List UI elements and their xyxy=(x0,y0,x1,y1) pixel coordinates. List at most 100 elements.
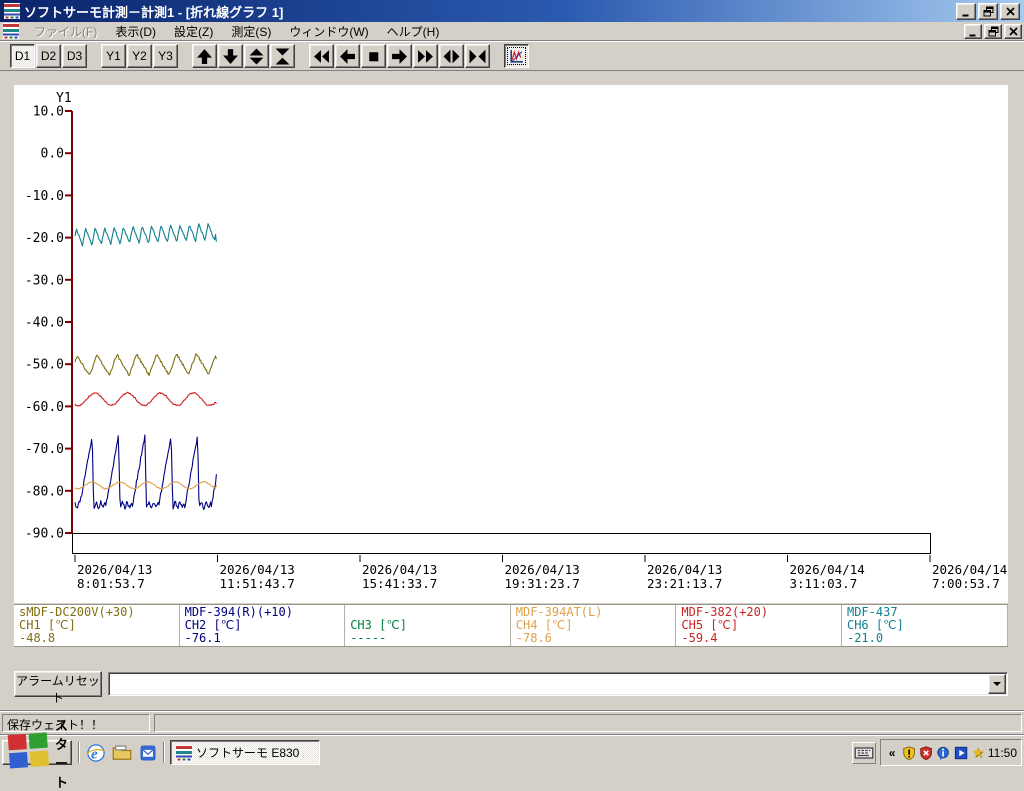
legend-cell-ch1: sMDF-DC200V(+30) CH1 [℃] -48.8 xyxy=(14,605,180,646)
toolbar-y2-button[interactable]: Y2 xyxy=(127,44,152,68)
quick-launch-ie-icon[interactable]: e xyxy=(86,743,106,763)
app-icon xyxy=(176,744,192,761)
toolbar-scroll-up-button[interactable] xyxy=(192,44,217,68)
legend-cell-ch5: MDF-382(+20) CH5 [℃] -59.4 xyxy=(676,605,842,646)
keyboard-tray-icon[interactable] xyxy=(852,742,876,764)
x-tick-date: 2026/04/13 xyxy=(220,562,295,577)
series-ch6-line xyxy=(74,223,217,247)
x-tick-date: 2026/04/14 xyxy=(932,562,1007,577)
chevron-down-icon xyxy=(993,682,1001,686)
toolbar-group-1: Y1 Y2 Y3 xyxy=(101,44,179,68)
restore-icon xyxy=(988,26,998,36)
double-left-icon xyxy=(314,49,329,63)
toolbar-expand-y-scale-button[interactable] xyxy=(244,44,269,68)
info-balloon-icon[interactable] xyxy=(936,745,950,761)
quick-launch-folder-icon[interactable] xyxy=(112,743,132,763)
menu-view[interactable]: 表示(D) xyxy=(106,21,165,42)
channel-value: -59.4 xyxy=(681,631,718,645)
chart-icon xyxy=(510,49,523,63)
x-tick-date: 2026/04/13 xyxy=(77,562,152,577)
toolbar-group-0: D1 D2 D3 xyxy=(10,44,88,68)
y-tick-label: -30.0 xyxy=(25,273,64,288)
menu-setting[interactable]: 設定(Z) xyxy=(165,21,222,42)
title-bar[interactable]: ソフトサーモ計測－計測1 - [折れ線グラフ 1] xyxy=(0,0,1024,22)
x-tick-time: 23:21:13.7 xyxy=(647,576,722,591)
taskbar: スタート e ソフトサーモ E830 « ★ 11:50 xyxy=(0,718,1024,790)
series-ch1-line xyxy=(74,353,217,377)
toolbar-y1-button[interactable]: Y1 xyxy=(101,44,126,68)
menu-measure[interactable]: 測定(S) xyxy=(222,21,280,42)
close-icon xyxy=(1005,6,1015,16)
arrow-right-icon xyxy=(392,48,407,64)
minimize-icon xyxy=(962,14,968,16)
menu-window[interactable]: ウィンドウ(W) xyxy=(280,21,377,42)
toolbar-shrink-y-scale-button[interactable] xyxy=(270,44,295,68)
legend-cell-ch4: MDF-394AT(L) CH4 [℃] -78.6 xyxy=(511,605,677,646)
toolbar-shrink-x-scale-button[interactable] xyxy=(465,44,490,68)
line-graph-panel: Y1 10.0 0.0 -10.0 -20.0 -30.0 -40.0 -50.0 -60.0-… xyxy=(14,85,1008,603)
x-tick-time: 11:51:43.7 xyxy=(220,576,295,591)
y-tick-label: -50.0 xyxy=(25,358,64,373)
document-restore-button[interactable] xyxy=(984,23,1002,39)
chart-canvas: Y110.00.0-10.0-20.0-30.0-40.0-50.0-60.0-… xyxy=(25,91,1007,591)
y-tick-label: -40.0 xyxy=(25,316,64,331)
y-tick-label: 10.0 xyxy=(33,105,64,120)
toolbar-line-graph-button[interactable] xyxy=(504,44,529,68)
x-tick-date: 2026/04/13 xyxy=(505,562,580,577)
alarm-combo-input[interactable] xyxy=(111,675,987,693)
security-error-shield-icon[interactable] xyxy=(919,745,933,761)
toolbar-d2-button[interactable]: D2 xyxy=(36,44,61,68)
document-close-button[interactable] xyxy=(1004,23,1022,39)
start-button[interactable]: スタート xyxy=(2,718,72,790)
toolbar-fast-back-button[interactable] xyxy=(309,44,334,68)
stop-square-icon xyxy=(369,51,379,61)
separator xyxy=(78,742,80,763)
toolbar-y3-button[interactable]: Y3 xyxy=(153,44,178,68)
channel-value: -76.1 xyxy=(184,631,221,645)
x-tick-time: 7:00:53.7 xyxy=(932,576,1000,591)
y-tick-label: 0.0 xyxy=(41,147,64,162)
system-tray: « ★ 11:50 xyxy=(880,739,1022,766)
alarm-combo[interactable] xyxy=(108,672,1008,696)
toolbar-d1-button[interactable]: D1 xyxy=(10,44,35,68)
toolbar-scroll-left-button[interactable] xyxy=(335,44,360,68)
toolbar-expand-x-scale-button[interactable] xyxy=(439,44,464,68)
combo-dropdown-button[interactable] xyxy=(988,674,1006,694)
double-right-icon xyxy=(418,49,433,63)
toolbar-group-2 xyxy=(192,44,296,68)
menu-file: ファイル(F) xyxy=(34,24,98,39)
channel-value: -78.6 xyxy=(515,631,552,645)
toolbar-scroll-right-button[interactable] xyxy=(387,44,412,68)
star-tray-icon[interactable]: ★ xyxy=(971,744,985,761)
taskbar-app-label: ソフトサーモ E830 xyxy=(196,746,300,760)
alarm-reset-button[interactable]: アラームリセット xyxy=(14,671,102,705)
clock: 11:50 xyxy=(987,745,1017,760)
quick-launch-outlook-icon[interactable] xyxy=(138,743,158,763)
y-tick-label: -90.0 xyxy=(25,527,64,542)
y-axis: Y110.00.0-10.0-20.0-30.0-40.0-50.0-60.0-… xyxy=(25,91,73,542)
menu-bar: ファイル(F) 表示(D) 設定(Z) 測定(S) ウィンドウ(W) ヘルプ(H) xyxy=(0,22,1024,41)
tray-chevron-button[interactable]: « xyxy=(885,745,899,761)
media-player-tray-icon[interactable] xyxy=(954,745,968,761)
toolbar-group-4 xyxy=(504,44,530,68)
channel-value: -21.0 xyxy=(846,631,884,645)
window-close-button[interactable] xyxy=(1000,2,1020,20)
security-alert-shield-icon[interactable] xyxy=(902,745,916,761)
toolbar-stop-button[interactable] xyxy=(361,44,386,68)
compress-vertical-icon xyxy=(275,48,290,64)
taskbar-app-button[interactable]: ソフトサーモ E830 xyxy=(170,740,320,765)
toolbar-scroll-down-button[interactable] xyxy=(218,44,243,68)
x-tick-date: 2026/04/13 xyxy=(362,562,437,577)
document-icon[interactable] xyxy=(3,23,19,39)
toolbar-fast-forward-button[interactable] xyxy=(413,44,438,68)
window-restore-button[interactable] xyxy=(978,2,998,20)
window-minimize-button[interactable] xyxy=(956,2,976,20)
x-axis: 2026/04/138:01:53.72026/04/1311:51:43.72… xyxy=(74,555,1007,591)
menu-help[interactable]: ヘルプ(H) xyxy=(378,21,449,42)
channel-value: -48.8 xyxy=(19,631,56,645)
x-tick-time: 19:31:23.7 xyxy=(505,576,580,591)
toolbar-d3-button[interactable]: D3 xyxy=(62,44,87,68)
document-minimize-button[interactable] xyxy=(964,23,982,39)
windows-flag-icon xyxy=(6,728,52,777)
x-tick-date: 2026/04/14 xyxy=(790,562,865,577)
